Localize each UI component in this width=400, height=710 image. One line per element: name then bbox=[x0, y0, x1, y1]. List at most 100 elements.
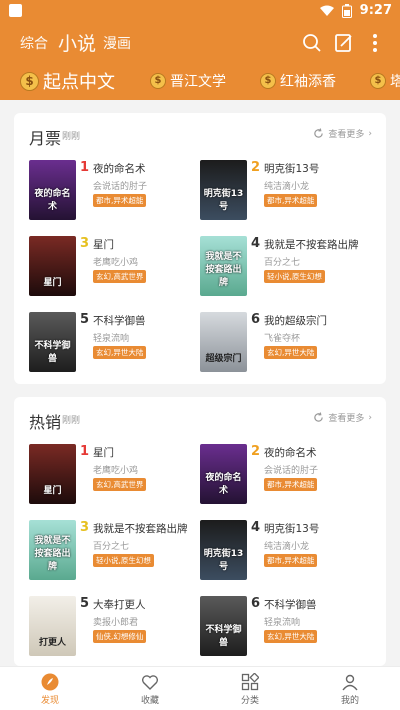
book-item[interactable]: 明克街13号 2 明克街13号 纯洁滴小龙 都市,异术超能 bbox=[200, 160, 372, 226]
book-cover: 星门 bbox=[29, 236, 76, 296]
book-author: 轻泉流响 bbox=[264, 618, 301, 628]
book-title: 大奉打更人 bbox=[93, 599, 146, 611]
tab-novel[interactable]: 小说 bbox=[58, 29, 96, 56]
book-cover: 不科学御兽 bbox=[200, 596, 247, 656]
rank-number: 5 bbox=[80, 596, 90, 611]
tab-category[interactable]: 分类 bbox=[220, 673, 280, 706]
book-tag: 玄幻,异世大陆 bbox=[264, 346, 318, 359]
book-title: 我就是不按套路出牌 bbox=[93, 523, 188, 535]
book-item[interactable]: 不科学御兽 5 不科学御兽 轻泉流响 玄幻,异世大陆 bbox=[29, 312, 201, 378]
book-item[interactable]: 夜的命名术 2 夜的命名术 会说话的肘子 都市,异术超能 bbox=[200, 444, 372, 510]
book-title: 明克街13号 bbox=[264, 523, 320, 535]
book-cover: 打更人 bbox=[29, 596, 76, 656]
rank-number: 2 bbox=[251, 160, 261, 175]
view-more-button[interactable]: 查看更多 › bbox=[313, 127, 372, 140]
book-author: 纯洁滴小龙 bbox=[264, 182, 310, 192]
book-author: 老鹰吃小鸡 bbox=[93, 258, 139, 268]
section-title: 月票 bbox=[29, 129, 62, 148]
book-tag: 玄幻,异世大陆 bbox=[264, 630, 318, 643]
tab-profile[interactable]: 我的 bbox=[320, 673, 380, 706]
book-title: 明克街13号 bbox=[264, 163, 320, 175]
rank-number: 4 bbox=[251, 520, 261, 535]
moneybag-icon: $ bbox=[20, 71, 39, 91]
book-item[interactable]: 我就是不按套路出牌 4 我就是不按套路出牌 百分之七 轻小说,原生幻想 bbox=[200, 236, 372, 302]
section-title: 热销 bbox=[29, 413, 62, 432]
ranking-card-monthly: 月票 刚刚 查看更多 › 夜的命名术 1 夜的命名术 会说话的肘子 都市,异术超… bbox=[14, 113, 386, 384]
book-cover: 夜的命名术 bbox=[29, 160, 76, 220]
book-tag: 都市,异术超能 bbox=[264, 478, 318, 491]
book-title: 不科学御兽 bbox=[264, 599, 317, 611]
book-cover: 明克街13号 bbox=[200, 520, 247, 580]
tab-favorites[interactable]: 收藏 bbox=[120, 673, 180, 706]
book-author: 会说话的肘子 bbox=[264, 466, 319, 476]
tab-comic[interactable]: 漫画 bbox=[103, 33, 131, 53]
section-updated: 刚刚 bbox=[62, 132, 81, 142]
moneybag-icon: $ bbox=[150, 73, 166, 89]
moneybag-icon: $ bbox=[370, 73, 386, 89]
user-icon bbox=[342, 674, 358, 691]
rank-number: 4 bbox=[251, 236, 261, 251]
book-tag: 都市,异术超能 bbox=[264, 554, 318, 567]
battery-icon bbox=[341, 3, 352, 18]
discover-icon bbox=[41, 673, 59, 691]
edit-icon[interactable] bbox=[333, 32, 355, 54]
book-title: 不科学御兽 bbox=[93, 315, 146, 327]
more-menu-icon[interactable] bbox=[364, 32, 386, 54]
source-partial[interactable]: $ 塔 bbox=[370, 71, 400, 91]
refresh-icon bbox=[314, 412, 324, 422]
rank-number: 3 bbox=[80, 520, 90, 535]
section-updated: 刚刚 bbox=[62, 416, 81, 426]
rank-number: 6 bbox=[251, 596, 261, 611]
book-cover: 星门 bbox=[29, 444, 76, 504]
book-tag: 都市,异术超能 bbox=[93, 194, 147, 207]
top-nav: 综合 小说 漫画 bbox=[0, 28, 400, 58]
clock: 9:27 bbox=[359, 3, 392, 18]
moneybag-icon: $ bbox=[260, 73, 276, 89]
book-author: 纯洁滴小龙 bbox=[264, 542, 310, 552]
book-tag: 轻小说,原生幻想 bbox=[264, 270, 325, 283]
book-item[interactable]: 星门 1 星门 老鹰吃小鸡 玄幻,高武世界 bbox=[29, 444, 201, 510]
rank-number: 5 bbox=[80, 312, 90, 327]
book-author: 百分之七 bbox=[264, 258, 301, 268]
tab-zonghe[interactable]: 综合 bbox=[20, 33, 48, 53]
book-item[interactable]: 超级宗门 6 我的超级宗门 飞雀夺杯 玄幻,异世大陆 bbox=[200, 312, 372, 378]
view-more-button[interactable]: 查看更多 › bbox=[313, 411, 372, 424]
search-icon[interactable] bbox=[301, 32, 323, 54]
book-item[interactable]: 夜的命名术 1 夜的命名术 会说话的肘子 都市,异术超能 bbox=[29, 160, 201, 226]
book-tag: 都市,异术超能 bbox=[264, 194, 318, 207]
rank-number: 2 bbox=[251, 444, 261, 459]
source-jinjiang[interactable]: $ 晋江文学 bbox=[150, 71, 226, 91]
book-item[interactable]: 我就是不按套路出牌 3 我就是不按套路出牌 百分之七 轻小说,原生幻想 bbox=[29, 520, 201, 586]
book-cover: 不科学御兽 bbox=[29, 312, 76, 372]
chevron-right-icon: › bbox=[368, 128, 372, 139]
source-hongxiu[interactable]: $ 红袖添香 bbox=[260, 71, 336, 91]
book-item[interactable]: 打更人 5 大奉打更人 卖报小郎君 仙侠,幻想修仙 bbox=[29, 596, 201, 662]
book-tag: 玄幻,高武世界 bbox=[93, 478, 147, 491]
book-author: 会说话的肘子 bbox=[93, 182, 148, 192]
book-tag: 玄幻,高武世界 bbox=[93, 270, 147, 283]
book-title: 我的超级宗门 bbox=[264, 315, 327, 327]
book-author: 飞雀夺杯 bbox=[264, 334, 301, 344]
book-item[interactable]: 明克街13号 4 明克街13号 纯洁滴小龙 都市,异术超能 bbox=[200, 520, 372, 586]
notification-icon bbox=[9, 4, 22, 17]
heart-icon bbox=[141, 675, 159, 690]
book-cover: 夜的命名术 bbox=[200, 444, 247, 504]
book-title: 星门 bbox=[93, 239, 114, 251]
book-tag: 玄幻,异世大陆 bbox=[93, 346, 147, 359]
book-item[interactable]: 不科学御兽 6 不科学御兽 轻泉流响 玄幻,异世大陆 bbox=[200, 596, 372, 662]
wifi-icon bbox=[319, 5, 334, 16]
app-header: 9:27 综合 小说 漫画 $ 起点中文 $ 晋江文学 $ 红袖添香 $ 塔 bbox=[0, 0, 400, 100]
source-tabs: $ 起点中文 $ 晋江文学 $ 红袖添香 $ 塔 bbox=[0, 64, 400, 98]
source-qidian[interactable]: $ 起点中文 bbox=[20, 68, 115, 94]
book-cover: 我就是不按套路出牌 bbox=[200, 236, 247, 296]
book-author: 老鹰吃小鸡 bbox=[93, 466, 139, 476]
ranking-card-bestseller: 热销 刚刚 查看更多 › 星门 1 星门 老鹰吃小鸡 玄幻,高武世界 夜的命名术… bbox=[14, 397, 386, 666]
tab-discover[interactable]: 发现 bbox=[20, 673, 80, 706]
rank-number: 1 bbox=[80, 160, 90, 175]
book-cover: 我就是不按套路出牌 bbox=[29, 520, 76, 580]
book-author: 卖报小郎君 bbox=[93, 618, 139, 628]
book-title: 夜的命名术 bbox=[93, 163, 146, 175]
book-item[interactable]: 星门 3 星门 老鹰吃小鸡 玄幻,高武世界 bbox=[29, 236, 201, 302]
rank-number: 1 bbox=[80, 444, 90, 459]
book-author: 百分之七 bbox=[93, 542, 130, 552]
